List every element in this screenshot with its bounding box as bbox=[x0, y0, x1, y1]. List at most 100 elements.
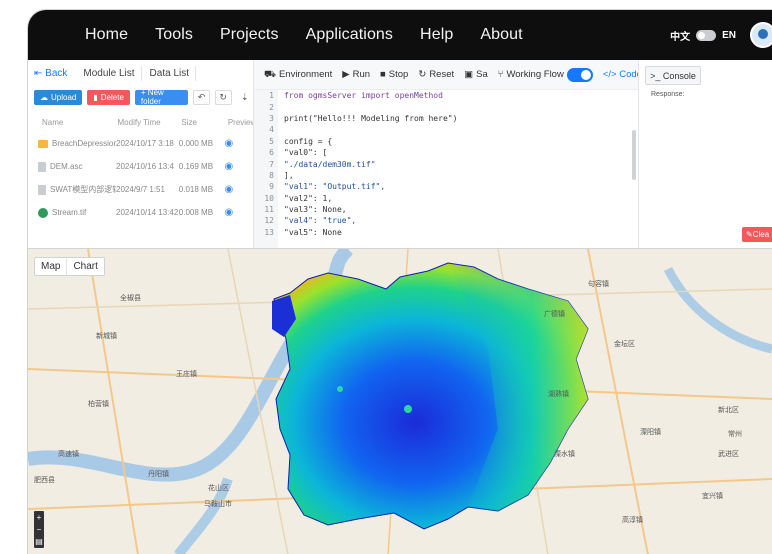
console-tab[interactable]: >_ Console bbox=[645, 66, 701, 85]
delete-label: Delete bbox=[100, 92, 124, 102]
file-time: 2024/10/17 3:18 bbox=[116, 139, 174, 148]
avatar[interactable] bbox=[750, 22, 772, 48]
working-flow-toggle[interactable]: ⑂ Working Flow bbox=[497, 67, 593, 82]
nav-help[interactable]: Help bbox=[420, 26, 453, 44]
map-zoom-controls: + − ▤ bbox=[34, 511, 44, 548]
code-text: "val0": [ bbox=[284, 148, 328, 158]
map-place-label: 马鞍山市 bbox=[204, 501, 232, 508]
lang-zh-label: 中文 bbox=[670, 32, 691, 43]
console-panel: >_ Console Response: ✎ Clea bbox=[638, 60, 772, 248]
file-table-header: Name Modify Time Size Preview bbox=[28, 118, 253, 132]
code-line[interactable]: 8], bbox=[254, 170, 638, 181]
stop-button[interactable]: ■ Stop bbox=[380, 69, 408, 80]
code-line[interactable]: 4 bbox=[254, 124, 638, 135]
code-line[interactable]: 6 "val0": [ bbox=[254, 147, 638, 158]
file-panel-tabs: ⇤ Back Module List Data List bbox=[28, 60, 253, 86]
col-name: Name bbox=[42, 118, 64, 127]
code-text: print("Hello!!! Modeling from here") bbox=[284, 113, 458, 123]
stop-icon: ■ bbox=[380, 69, 386, 80]
table-row[interactable]: Stream.tif 2024/10/14 13:42 0.008 MB ◉ bbox=[28, 201, 253, 224]
undo-icon[interactable]: ↶ bbox=[193, 89, 210, 105]
table-row[interactable]: SWAT模型内部逻辑组... 2024/9/7 1:51 0.018 MB ◉ bbox=[28, 178, 253, 201]
file-name: BreachDepressionsLe... bbox=[52, 139, 117, 148]
file-name: DEM.asc bbox=[50, 162, 83, 171]
file-size: 0.000 MB bbox=[178, 139, 214, 148]
raster-icon bbox=[38, 207, 48, 218]
top-nav: Home Tools Projects Applications Help Ab… bbox=[28, 10, 772, 60]
map-view[interactable]: Map Chart 全椒县 新城镇 柏营镇 高速镇 肥西县 王庄镇 丹阳镇 花山… bbox=[28, 248, 772, 554]
file-size: 0.018 MB bbox=[178, 185, 214, 194]
map-place-label: 溧水镇 bbox=[554, 451, 575, 458]
reset-label: Reset bbox=[429, 69, 455, 80]
file-panel: ⇤ Back Module List Data List ☁ Upload ▮ … bbox=[28, 60, 254, 248]
map-place-label: 湖熟镇 bbox=[548, 391, 569, 398]
file-size: 0.169 MB bbox=[178, 162, 214, 171]
flow-icon: ⑂ bbox=[497, 69, 504, 80]
line-number: 10 bbox=[264, 193, 274, 203]
working-flow-label: Working Flow bbox=[506, 69, 564, 80]
play-icon: ▶ bbox=[342, 69, 350, 80]
code-line[interactable]: 5 config = { bbox=[254, 136, 638, 147]
editor-scrollbar[interactable] bbox=[632, 130, 636, 180]
environment-icon: ⛟ bbox=[264, 68, 276, 80]
run-button[interactable]: ▶ Run bbox=[342, 69, 370, 80]
new-folder-button[interactable]: + New folder bbox=[134, 88, 189, 106]
back-button[interactable]: ⇤ Back bbox=[34, 68, 75, 79]
nav-tools[interactable]: Tools bbox=[155, 26, 193, 44]
code-tab[interactable]: </> Code bbox=[603, 69, 642, 80]
code-line[interactable]: 12 "val4": "true", bbox=[254, 215, 638, 226]
map-place-label: 花山区 bbox=[208, 485, 229, 492]
language-toggle[interactable] bbox=[696, 30, 717, 41]
preview-eye-icon[interactable]: ◉ bbox=[224, 138, 253, 149]
code-text: "val3": None, bbox=[284, 205, 347, 215]
layers-icon[interactable]: ▤ bbox=[35, 537, 43, 546]
working-flow-switch[interactable] bbox=[566, 67, 593, 82]
map-place-label: 宜兴镇 bbox=[702, 493, 723, 500]
code-area[interactable]: 1 from ogmsServer import openMethod 2 3 prin… bbox=[254, 90, 638, 248]
tab-data-list[interactable]: Data List bbox=[144, 65, 197, 81]
code-line[interactable]: 10 "val2": 1, bbox=[254, 193, 638, 204]
nav-projects[interactable]: Projects bbox=[220, 26, 279, 44]
sort-icon[interactable]: ⇣ bbox=[237, 90, 253, 105]
refresh-icon[interactable]: ↻ bbox=[214, 89, 232, 105]
reset-button[interactable]: ↻ Reset bbox=[418, 69, 454, 80]
code-line[interactable]: 11 "val3": None, bbox=[254, 204, 638, 215]
language-switch[interactable]: 中文 EN bbox=[670, 28, 736, 43]
preview-eye-icon[interactable]: ◉ bbox=[224, 207, 253, 218]
col-size: Size bbox=[181, 118, 197, 127]
code-line[interactable]: 13 "val5": None bbox=[254, 227, 638, 238]
clear-button[interactable]: ✎ Clea bbox=[742, 227, 772, 242]
environment-label: Environment bbox=[278, 69, 333, 80]
preview-eye-icon[interactable]: ◉ bbox=[224, 184, 253, 195]
code-line[interactable]: 9 "val1": "Output.tif", bbox=[254, 181, 638, 192]
environment-button[interactable]: ⛟ Environment bbox=[264, 69, 332, 81]
upload-label: Upload bbox=[51, 92, 77, 102]
map-place-label: 全椒县 bbox=[120, 295, 141, 302]
table-row[interactable]: BreachDepressionsLe... 2024/10/17 3:18 0… bbox=[28, 132, 253, 155]
nav-applications[interactable]: Applications bbox=[306, 26, 393, 44]
map-place-label: 高淳镇 bbox=[622, 517, 643, 524]
code-text: "val1": "Output.tif", bbox=[284, 182, 386, 192]
tab-chart[interactable]: Chart bbox=[66, 258, 103, 275]
upload-button[interactable]: ☁ Upload bbox=[34, 89, 83, 105]
tab-module-list[interactable]: Module List bbox=[77, 65, 142, 81]
code-line[interactable]: 7 "./data/dem30m.tif" bbox=[254, 158, 638, 169]
code-line[interactable]: 2 bbox=[254, 101, 638, 112]
col-preview: Preview bbox=[227, 118, 253, 127]
map-place-label: 常州 bbox=[728, 431, 742, 438]
table-row[interactable]: DEM.asc 2024/10/16 13:4 0.169 MB ◉ bbox=[28, 155, 253, 178]
folder-icon bbox=[38, 139, 48, 148]
back-arrow-icon: ⇤ bbox=[34, 67, 43, 79]
nav-about[interactable]: About bbox=[480, 26, 522, 44]
map-place-label: 新北区 bbox=[718, 407, 739, 414]
nav-home[interactable]: Home bbox=[85, 26, 128, 44]
preview-eye-icon[interactable]: ◉ bbox=[224, 161, 253, 172]
tab-map[interactable]: Map bbox=[35, 258, 66, 275]
nav-links: Home Tools Projects Applications Help Ab… bbox=[85, 26, 550, 44]
zoom-out-icon[interactable]: − bbox=[37, 525, 42, 534]
code-line[interactable]: 1 from ogmsServer import openMethod bbox=[254, 90, 638, 101]
delete-button[interactable]: ▮ Delete bbox=[87, 89, 130, 105]
zoom-in-icon[interactable]: + bbox=[37, 513, 42, 522]
save-button[interactable]: ▣ Sa bbox=[464, 69, 488, 80]
code-line[interactable]: 3 print("Hello!!! Modeling from here") bbox=[254, 113, 638, 124]
